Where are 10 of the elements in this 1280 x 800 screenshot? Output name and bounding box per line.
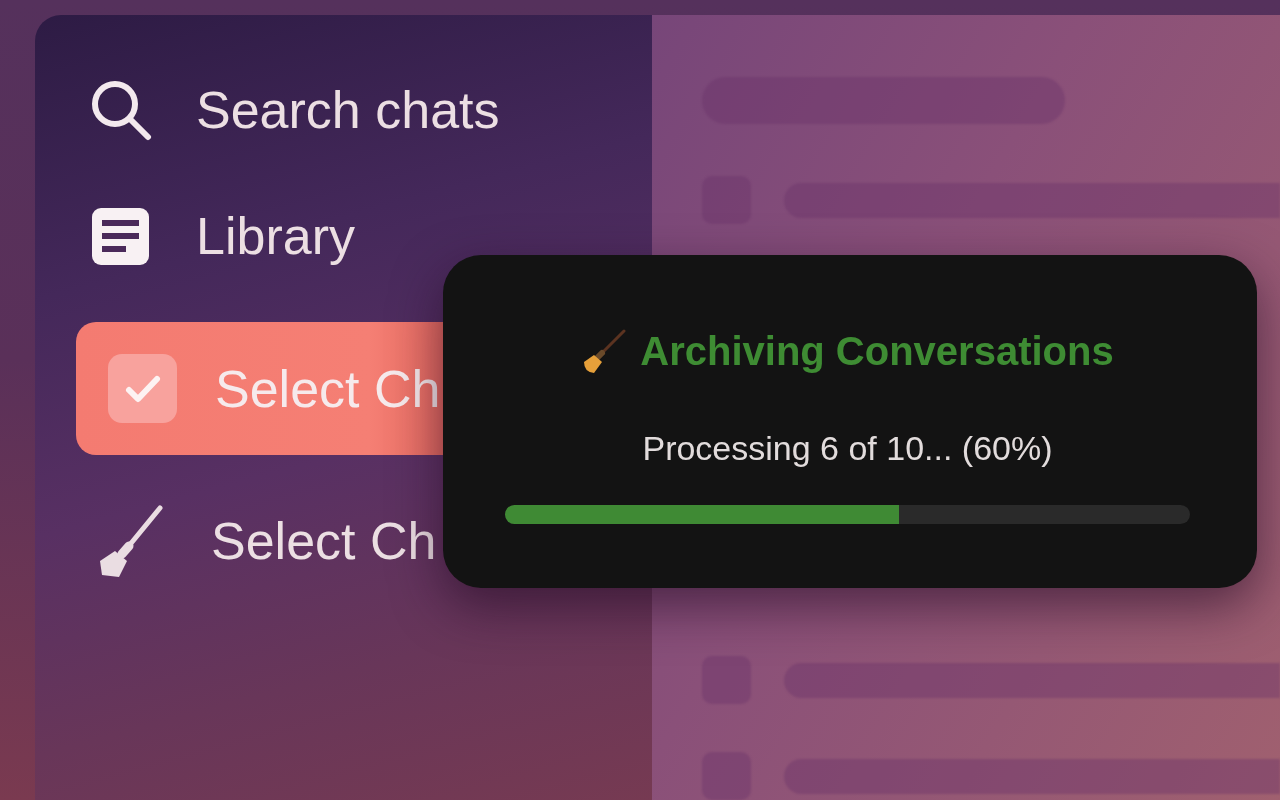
- sidebar-item[interactable]: Select Ch: [76, 501, 439, 581]
- progress-message: Processing 6 of 10... (60%): [642, 428, 1053, 468]
- search-icon: [90, 79, 152, 141]
- sidebar-item[interactable]: Search chats: [76, 70, 502, 150]
- sidebar-item[interactable]: Library: [76, 196, 357, 276]
- document-icon: [92, 207, 149, 265]
- checkbox-icon: [108, 354, 177, 423]
- dialog-title: Archiving Conversations: [640, 328, 1114, 374]
- broom-icon: [581, 328, 627, 374]
- broom-icon: [98, 504, 163, 578]
